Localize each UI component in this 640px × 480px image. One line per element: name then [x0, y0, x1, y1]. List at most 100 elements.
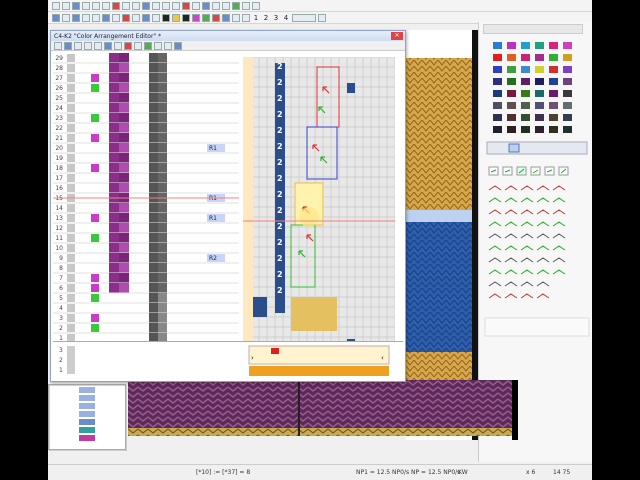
text-icon[interactable]: [202, 1, 210, 10]
expand-icon[interactable]: [102, 13, 110, 22]
stitch-num: 2: [277, 174, 283, 183]
arrow-right-icon[interactable]: [62, 13, 70, 22]
stitch-num: 2: [277, 78, 283, 87]
status-right2: 14 75: [553, 469, 571, 476]
zoom-in-icon[interactable]: [74, 41, 82, 50]
stitch-pattern-grid[interactable]: 2 2 2 2 2 2 2 2 2 2 2 2 2 2 2: [242, 56, 396, 353]
row-yarn-color: [91, 314, 99, 322]
row-number: 5: [59, 295, 63, 302]
open-icon[interactable]: [62, 1, 70, 10]
editor-bottom-strip: 3 2 1 › ‹: [53, 341, 403, 379]
purple-cell: [109, 73, 119, 83]
red-icon[interactable]: [212, 13, 220, 22]
rotate-icon[interactable]: [142, 13, 150, 22]
stitch-symbols[interactable]: [488, 166, 569, 299]
check-icon[interactable]: [144, 41, 152, 50]
check-icon[interactable]: [232, 13, 240, 22]
row-number: 14: [55, 205, 63, 212]
arrow-down-icon[interactable]: [82, 13, 90, 22]
pen-icon[interactable]: [162, 1, 170, 10]
apply-icon[interactable]: [174, 41, 182, 50]
select-icon[interactable]: [142, 1, 150, 10]
insert-icon[interactable]: [132, 13, 140, 22]
help-icon[interactable]: [318, 13, 326, 22]
stitch-pattern-chart[interactable]: 2 2 2 2 2 2 2 2 2 2 2 2 2 2 2: [242, 56, 396, 353]
cut-icon[interactable]: [112, 1, 120, 10]
row-number: 19: [55, 155, 63, 162]
tab-active-icon[interactable]: [508, 143, 520, 153]
stitch-num: 2: [277, 270, 283, 279]
copy-icon[interactable]: [114, 41, 122, 50]
yarn-row-chart[interactable]: 2928272625242322212019181716151413121110…: [53, 53, 239, 344]
stitch-num: 2: [277, 206, 283, 215]
dark-cell-2: [158, 63, 167, 73]
fill-icon[interactable]: [192, 1, 200, 10]
bottom-row-1: 1: [59, 367, 63, 374]
option-3[interactable]: 3: [272, 14, 280, 22]
insert-icon[interactable]: [134, 41, 142, 50]
grid-icon[interactable]: [212, 1, 220, 10]
blue-icon[interactable]: [222, 13, 230, 22]
rect-icon[interactable]: [182, 1, 190, 10]
dark-cell: [149, 303, 158, 313]
save-icon[interactable]: [72, 1, 80, 10]
redo-icon[interactable]: [102, 1, 110, 10]
paste-icon[interactable]: [132, 1, 140, 10]
dark-icon[interactable]: [182, 13, 190, 22]
yarn-row-grid[interactable]: 2928272625242322212019181716151413121110…: [53, 53, 239, 353]
row-yarn-gray: [67, 164, 75, 172]
dark-cell-2: [158, 213, 167, 223]
purple-cell-2: [119, 283, 129, 293]
move-icon[interactable]: [92, 13, 100, 22]
color-swatches[interactable]: [493, 42, 572, 133]
close-button[interactable]: ✕: [391, 32, 403, 40]
undo-icon[interactable]: [92, 1, 100, 10]
copy-icon[interactable]: [122, 1, 130, 10]
green-icon[interactable]: [202, 13, 210, 22]
filter-icon[interactable]: [154, 41, 162, 50]
zoom-out-icon[interactable]: [84, 41, 92, 50]
palette-tabs[interactable]: [486, 141, 588, 155]
mirror-icon[interactable]: [222, 1, 230, 10]
arrow-icon[interactable]: [104, 41, 112, 50]
arrow-up-icon[interactable]: [72, 13, 80, 22]
row-yarn-gray: [67, 324, 75, 332]
yellow-icon[interactable]: [172, 13, 180, 22]
purple-cell-2: [119, 223, 129, 233]
grid-icon[interactable]: [54, 41, 62, 50]
module-icon[interactable]: [242, 1, 250, 10]
option-2[interactable]: 2: [262, 14, 270, 22]
line-icon[interactable]: [172, 1, 180, 10]
cross-icon[interactable]: [242, 13, 250, 22]
editor-toolbar: [51, 41, 405, 51]
flip-icon[interactable]: [152, 13, 160, 22]
gold-knit-section: [406, 58, 472, 210]
row-yarn-gray: [67, 314, 75, 322]
sort-icon[interactable]: [164, 41, 172, 50]
option-1[interactable]: 1: [252, 14, 260, 22]
row-yarn-color: [91, 84, 99, 92]
link-icon[interactable]: [94, 41, 102, 50]
dark-cell-2: [158, 123, 167, 133]
new-icon[interactable]: [52, 1, 60, 10]
purple-icon[interactable]: [192, 13, 200, 22]
print-icon[interactable]: [82, 1, 90, 10]
purple-cell: [109, 223, 119, 233]
black-icon[interactable]: [162, 13, 170, 22]
row-yarn-gray: [67, 114, 75, 122]
row-yarn-gray: [67, 154, 75, 162]
settings-icon[interactable]: [252, 1, 260, 10]
color-icon[interactable]: [232, 1, 240, 10]
delete-icon[interactable]: [124, 41, 132, 50]
dropdown[interactable]: [292, 13, 316, 22]
option-4[interactable]: 4: [282, 14, 290, 22]
yarn-list: [48, 384, 128, 452]
dark-cell: [149, 233, 158, 243]
shrink-icon[interactable]: [112, 13, 120, 22]
layout-icon[interactable]: [64, 41, 72, 50]
delete-icon[interactable]: [122, 13, 130, 22]
zoom-icon[interactable]: [152, 1, 160, 10]
purple-cell-2: [119, 73, 129, 83]
arrow-left-icon[interactable]: [52, 13, 60, 22]
row-yarn-gray: [67, 174, 75, 182]
